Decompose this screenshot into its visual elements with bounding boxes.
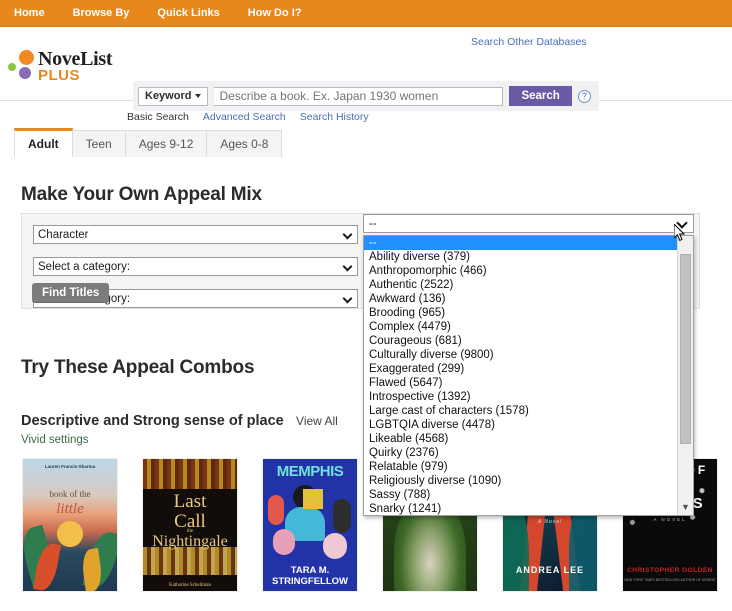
appeal-term-option[interactable]: Anthropomorphic (466)	[364, 264, 677, 278]
option-list-scrollbar[interactable]: ▼	[677, 236, 693, 515]
section-title-appeal-combos: Try These Appeal Combos	[0, 357, 254, 379]
chevron-down-icon	[195, 94, 201, 98]
appeal-term-option[interactable]: Sassy (788)	[364, 488, 677, 502]
audience-tabs: Adult Teen Ages 9-12 Ages 0-8	[14, 128, 281, 157]
appeal-term-option[interactable]: Introspective (1392)	[364, 390, 677, 404]
nav-item-how-do-i[interactable]: How Do I?	[234, 0, 316, 27]
appeal-term-option[interactable]: --	[364, 236, 677, 250]
cover-footnote: NEW YORK TIMES BESTSELLING AUTHOR OF ARA…	[623, 578, 717, 582]
novelist-plus-logo[interactable]: NoveList PLUS	[8, 50, 126, 86]
appeal-term-option[interactable]: Large cast of characters (1578)	[364, 404, 677, 418]
appeal-term-dropdown: -- --Ability diverse (379)Anthropomorphi…	[363, 214, 694, 233]
view-all-link[interactable]: View All	[296, 414, 338, 428]
cover-art-sun	[57, 521, 83, 547]
top-navigation-bar: Home Browse By Quick Links How Do I?	[0, 0, 732, 27]
cover-art-figure	[303, 489, 323, 509]
appeal-term-select[interactable]: --	[363, 214, 694, 233]
search-button[interactable]: Search	[509, 86, 571, 106]
appeal-term-select-value: --	[369, 218, 377, 230]
book-cover-memphis[interactable]: MEMPHIS TARA M. STRINGFELLOW	[263, 459, 357, 591]
search-input[interactable]	[214, 87, 503, 106]
cover-art-figure	[323, 533, 347, 559]
cover-title: MEMPHIS	[263, 463, 357, 480]
appeal-term-option[interactable]: Courageous (681)	[364, 334, 677, 348]
logo-purple-dot	[19, 67, 31, 79]
appeal-term-option[interactable]: Brooding (965)	[364, 306, 677, 320]
search-other-databases-link[interactable]: Search Other Databases	[471, 36, 587, 48]
logo-plus-text: PLUS	[38, 67, 80, 84]
appeal-category-select-2-value: Select a category:	[38, 261, 130, 273]
appeal-term-option[interactable]: Culturally diverse (9800)	[364, 348, 677, 362]
option-list-viewport: --Ability diverse (379)Anthropomorphic (…	[364, 236, 677, 515]
cover-art-figure	[268, 495, 284, 525]
appeal-term-option[interactable]: Exaggerated (299)	[364, 362, 677, 376]
cover-art-top-shelf	[143, 459, 237, 489]
appeal-term-option[interactable]: Relatable (979)	[364, 460, 677, 474]
cover-author: CHRISTOPHER GOLDEN	[623, 567, 717, 574]
tab-teen[interactable]: Teen	[72, 130, 126, 157]
search-bar: Keyword Search ?	[133, 81, 599, 111]
search-mode-links: Basic Search Advanced Search Search Hist…	[127, 111, 369, 123]
nav-item-home[interactable]: Home	[10, 0, 59, 27]
cover-art-figure	[273, 529, 295, 555]
cover-author: Katharine Schellman	[143, 583, 237, 588]
cover-subtitle: A NOVEL	[623, 517, 717, 522]
appeal-term-option-list: --Ability diverse (379)Anthropomorphic (…	[363, 235, 694, 516]
search-scope-label: Keyword	[145, 90, 191, 102]
appeal-category-select-1[interactable]: Character	[33, 225, 358, 244]
nav-item-browse-by[interactable]: Browse By	[59, 0, 144, 27]
cover-author: Lauren Francis-Sharma	[23, 464, 117, 469]
chevron-down-icon	[343, 262, 353, 272]
find-titles-button[interactable]: Find Titles	[32, 283, 109, 303]
appeal-term-option[interactable]: Flawed (5647)	[364, 376, 677, 390]
chevron-down-icon	[343, 294, 353, 304]
cover-title-line2: little	[23, 501, 117, 518]
appeal-term-option[interactable]: Awkward (136)	[364, 292, 677, 306]
nav-item-quick-links[interactable]: Quick Links	[143, 0, 233, 27]
chevron-down-icon	[343, 230, 353, 240]
appeal-term-option[interactable]: LGBTQIA diverse (4478)	[364, 418, 677, 432]
logo-green-dot	[8, 63, 16, 71]
cover-art-bottom-shelf	[143, 547, 237, 575]
appeal-term-option[interactable]: Quirky (2376)	[364, 446, 677, 460]
book-cover-book-of-the-little-axe[interactable]: Lauren Francis-Sharma book of the little…	[23, 459, 117, 591]
chevron-down-icon	[676, 217, 687, 228]
appeal-term-option[interactable]: Likeable (4568)	[364, 432, 677, 446]
appeal-term-option[interactable]: Ability diverse (379)	[364, 250, 677, 264]
cover-author-line1: TARA M.	[291, 565, 330, 576]
cover-title-line1: book of the	[50, 489, 91, 499]
appeal-term-option[interactable]: Snarky (1241)	[364, 502, 677, 515]
tab-ages-9-12[interactable]: Ages 9-12	[125, 130, 208, 157]
tab-adult[interactable]: Adult	[14, 128, 73, 157]
logo-orange-dot	[19, 50, 34, 65]
tab-ages-0-8[interactable]: Ages 0-8	[206, 130, 282, 157]
cover-author: ANDREA LEE	[503, 565, 597, 575]
cover-subtitle: A Novel	[503, 519, 597, 525]
appeal-term-option[interactable]: Complex (4479)	[364, 320, 677, 334]
cover-art-figure	[333, 499, 351, 533]
book-cover-last-call-at-the-nightingale[interactable]: Last Call the Nightingale Katharine Sche…	[143, 459, 237, 591]
help-icon[interactable]: ?	[578, 90, 591, 103]
appeal-term-option[interactable]: Authentic (2522)	[364, 278, 677, 292]
appeal-category-select-1-value: Character	[38, 229, 89, 241]
appeal-term-option[interactable]: Religiously diverse (1090)	[364, 474, 677, 488]
search-scope-dropdown[interactable]: Keyword	[138, 87, 208, 106]
cover-title-line3: Nightingale	[143, 533, 237, 551]
cover-author-line2: STRINGFELLOW	[272, 576, 348, 587]
scroll-down-arrow-icon[interactable]: ▼	[678, 502, 693, 512]
link-basic-search[interactable]: Basic Search	[127, 111, 189, 123]
site-header: Search Other Databases NoveList PLUS Key…	[0, 27, 732, 101]
page-title-appeal-mix: Make Your Own Appeal Mix	[0, 184, 262, 206]
link-advanced-search[interactable]: Advanced Search	[203, 111, 286, 123]
appeal-category-select-2[interactable]: Select a category:	[33, 257, 358, 276]
link-search-history[interactable]: Search History	[300, 111, 369, 123]
cover-title-line1: Last	[143, 491, 237, 513]
combo-heading: Descriptive and Strong sense of place	[21, 413, 284, 429]
cover-author: TARA M. STRINGFELLOW	[263, 565, 357, 587]
scrollbar-thumb[interactable]	[680, 254, 691, 444]
